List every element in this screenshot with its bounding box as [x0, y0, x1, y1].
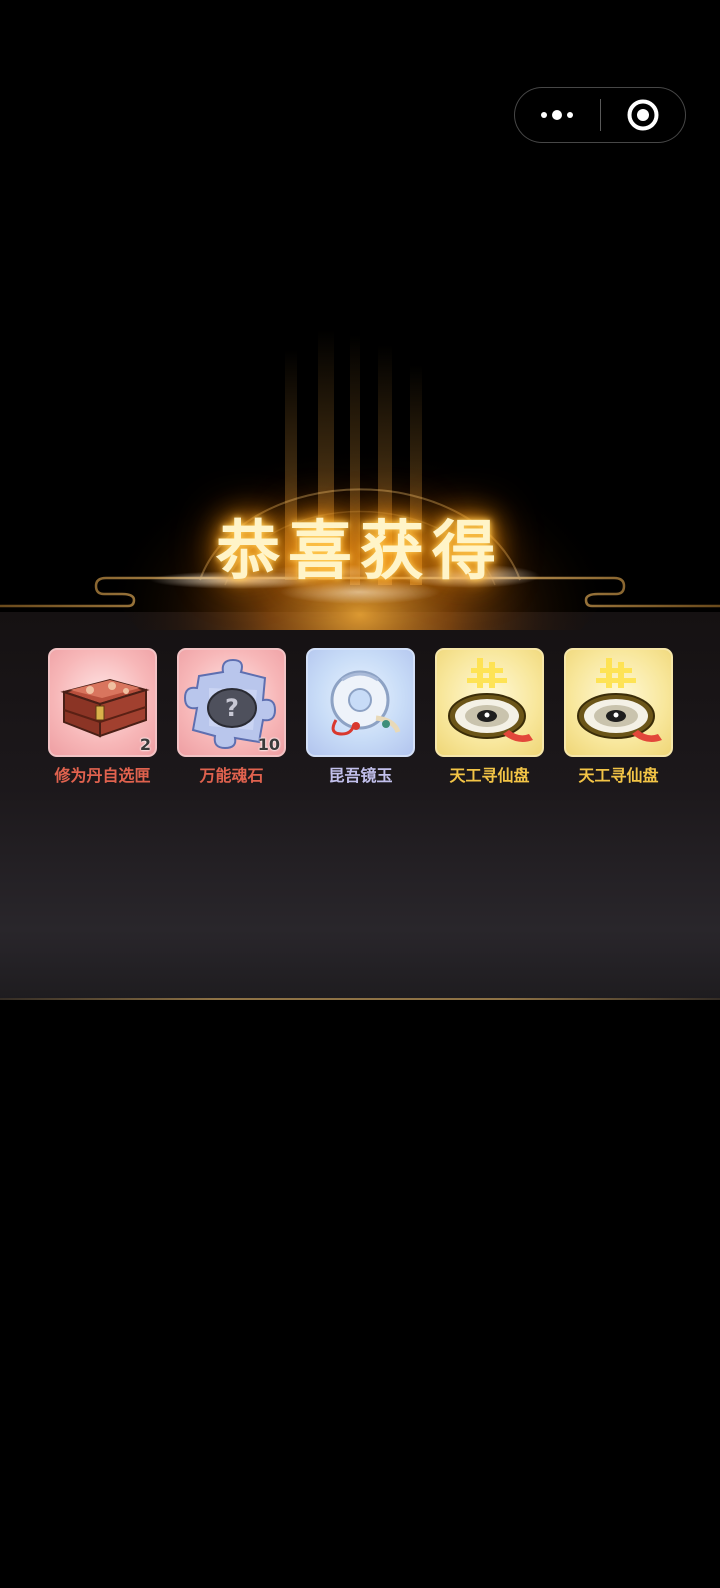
- item-name: 修为丹自选匣: [54, 766, 151, 785]
- reward-item-list: 2 修为丹自选匣 ? 10 万能魂石 昆吾镜玉 天工寻仙盘 天工寻仙盘: [48, 648, 673, 785]
- jade-disc-icon: [330, 670, 401, 736]
- item-name: 天工寻仙盘: [449, 766, 530, 785]
- item-count: 2: [139, 735, 151, 754]
- item-count: 10: [257, 735, 280, 754]
- reward-screen: 恭喜获得 2 修为丹自选匣 ? 10 万能魂石 昆吾镜玉 天工寻仙盘 天工寻仙盘: [0, 0, 720, 1588]
- compass-disc-icon: [448, 658, 533, 742]
- target-circle-icon: [627, 99, 659, 131]
- reward-item[interactable]: 天工寻仙盘: [435, 648, 544, 785]
- reward-item[interactable]: ? 10 万能魂石: [177, 648, 286, 785]
- more-dots-icon: [541, 110, 574, 120]
- reward-item[interactable]: 昆吾镜玉: [306, 648, 415, 785]
- reward-title: 恭喜获得: [216, 514, 504, 589]
- panel-bottom-border: [0, 998, 720, 1000]
- item-name: 万能魂石: [199, 766, 264, 785]
- reward-item[interactable]: 2 修为丹自选匣: [48, 648, 157, 785]
- miniprogram-capsule: [514, 87, 686, 143]
- item-card: 2: [48, 648, 157, 757]
- close-miniprogram-button[interactable]: [601, 88, 686, 142]
- item-card: [435, 648, 544, 757]
- item-card: [306, 648, 415, 757]
- item-name: 昆吾镜玉: [328, 766, 393, 785]
- item-card: ? 10: [177, 648, 286, 757]
- compass-disc-icon: [577, 658, 662, 742]
- more-button[interactable]: [515, 88, 600, 142]
- item-name: 天工寻仙盘: [578, 766, 659, 785]
- item-card: [564, 648, 673, 757]
- reward-item[interactable]: 天工寻仙盘: [564, 648, 673, 785]
- svg-text:?: ?: [225, 694, 239, 722]
